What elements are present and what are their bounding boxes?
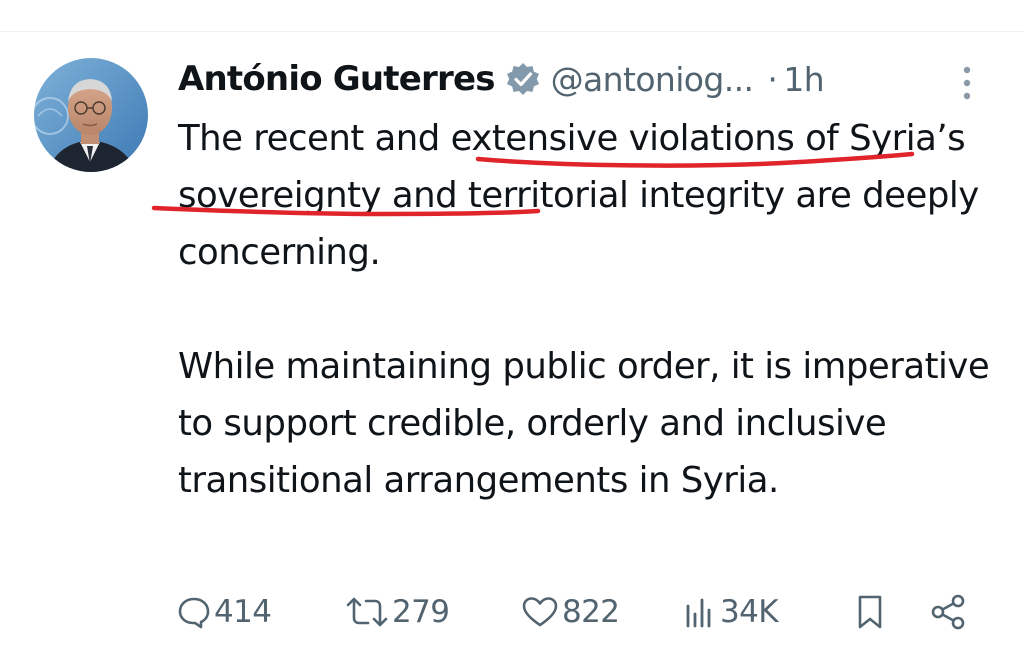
bookmark-button[interactable] [852, 590, 888, 634]
verified-badge-icon[interactable] [505, 61, 541, 97]
share-icon [928, 592, 968, 632]
tweet-header: António Guterres @antoniog... · 1h [178, 54, 825, 104]
share-button[interactable] [928, 590, 968, 634]
tweet-text: The recent and extensive violations of S… [178, 110, 998, 509]
reply-button[interactable]: 414 [176, 590, 272, 634]
tweet-paragraph-1: The recent and extensive violations of S… [178, 118, 979, 273]
avatar[interactable] [34, 58, 148, 172]
like-icon [520, 594, 560, 630]
author-handle[interactable]: @antoniog... [551, 60, 754, 99]
separator-dot: · [767, 59, 778, 99]
repost-count: 279 [392, 594, 450, 630]
reply-count: 414 [214, 594, 272, 630]
views-button[interactable]: 34K [682, 590, 779, 634]
author-name[interactable]: António Guterres [178, 59, 495, 99]
like-button[interactable]: 822 [520, 590, 620, 634]
tweet-card[interactable]: António Guterres @antoniog... · 1h The r… [0, 0, 1024, 651]
views-count: 34K [720, 594, 779, 630]
views-icon [682, 594, 718, 630]
tweet-paragraph-2: While maintaining public order, it is im… [178, 346, 990, 501]
like-count: 822 [562, 594, 620, 630]
bookmark-icon [852, 592, 888, 632]
timestamp[interactable]: 1h [783, 60, 824, 99]
action-bar: 414 279 822 34K [176, 590, 976, 634]
avatar-portrait-image [34, 58, 148, 172]
repost-button[interactable]: 279 [344, 590, 450, 634]
more-options-icon[interactable] [956, 64, 978, 104]
repost-icon [344, 594, 390, 630]
reply-icon [176, 594, 212, 630]
